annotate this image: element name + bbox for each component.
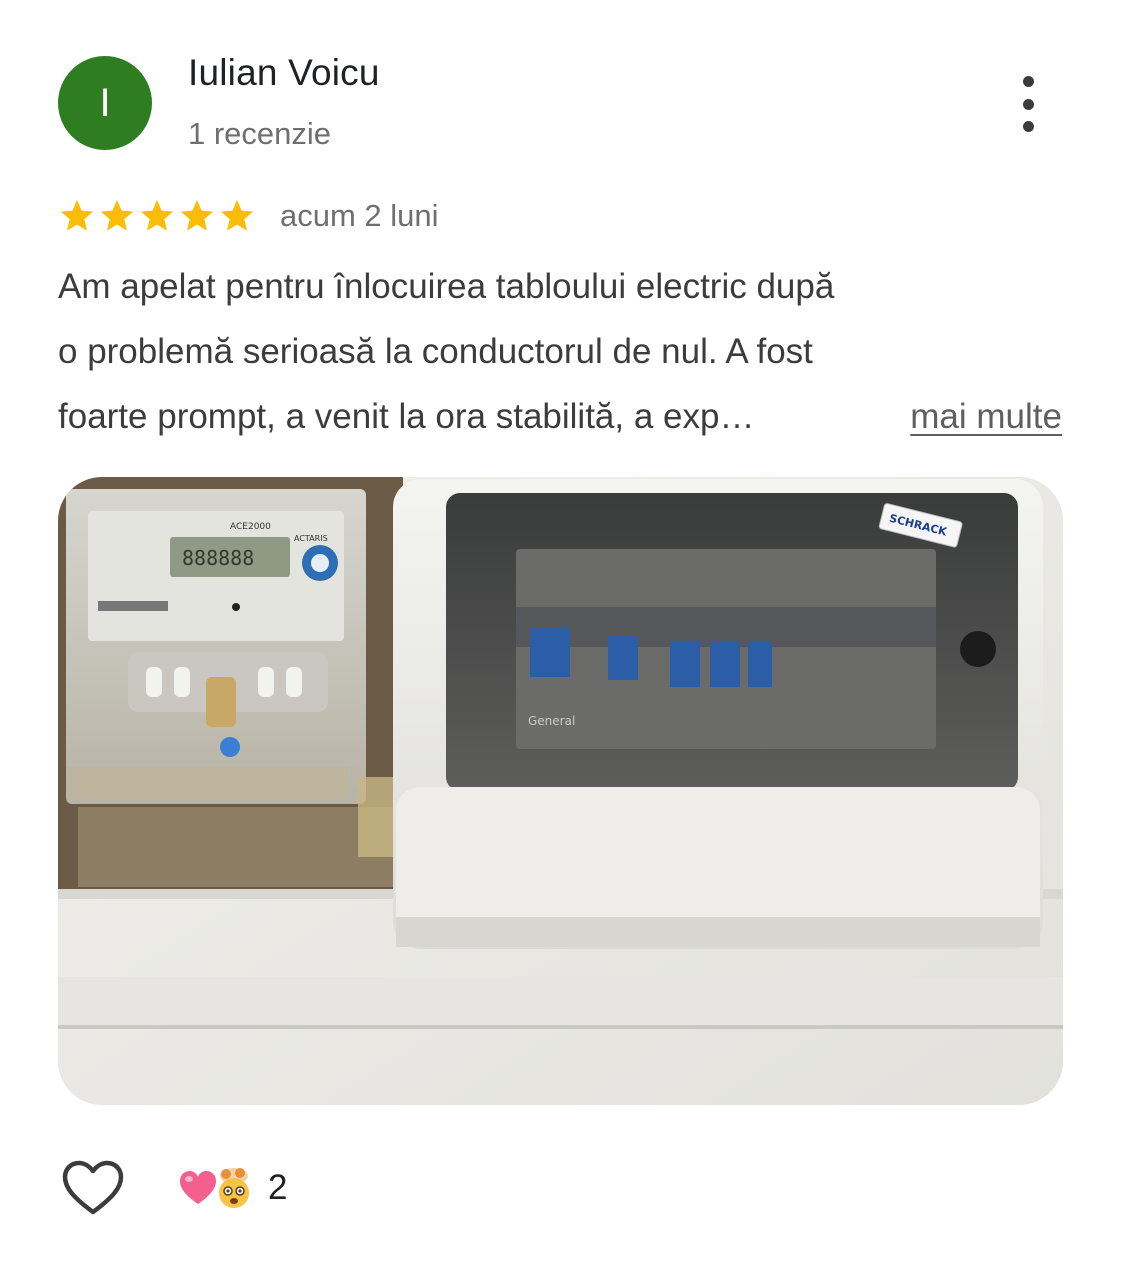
electric-meter: 888888 ACE2000 ACTARIS — [66, 489, 366, 804]
review-photo[interactable]: 888888 ACE2000 ACTARIS General SCHRACK — [58, 477, 1063, 1105]
avatar[interactable]: I — [58, 56, 152, 150]
rating-row: acum 2 luni — [58, 192, 439, 240]
meter-model-label: ACE2000 — [230, 522, 271, 532]
star-icon — [100, 199, 134, 231]
reaction-count: 2 — [268, 1168, 288, 1207]
more-link[interactable]: mai multe — [910, 384, 1062, 449]
more-options-icon[interactable] — [1006, 76, 1050, 132]
author-review-count: 1 recenzie — [188, 116, 332, 151]
mind-blown-emoji-icon — [219, 1168, 249, 1208]
star-icon — [180, 199, 214, 231]
more-options-dot — [1022, 121, 1034, 132]
star-icon — [60, 199, 94, 231]
more-options-dot — [1022, 98, 1034, 110]
star-icon — [220, 199, 254, 231]
heart-outline-icon — [62, 1160, 124, 1215]
review-time: acum 2 luni — [280, 198, 439, 233]
like-button[interactable] — [62, 1160, 124, 1216]
star-icon — [140, 199, 174, 231]
review-text-line: foarte prompt, a venit la ora stabilită,… — [58, 397, 755, 436]
review-text: Am apelat pentru înlocuirea tabloului el… — [58, 254, 1068, 449]
star-rating — [58, 197, 256, 235]
more-options-dot — [1022, 76, 1034, 87]
svg-text:888888: 888888 — [182, 546, 254, 570]
distribution-box: General SCHRACK — [393, 479, 1043, 949]
reactions[interactable]: 2 — [178, 1162, 287, 1214]
avatar-initial: I — [99, 80, 111, 125]
panel-label: General — [528, 714, 575, 728]
meter-brand-label: ACTARIS — [294, 534, 328, 543]
review-text-line: o problemă serioasă la conductorul de nu… — [58, 332, 813, 371]
author-name[interactable]: Iulian Voicu — [188, 52, 380, 94]
review-text-line: Am apelat pentru înlocuirea tabloului el… — [58, 267, 835, 306]
